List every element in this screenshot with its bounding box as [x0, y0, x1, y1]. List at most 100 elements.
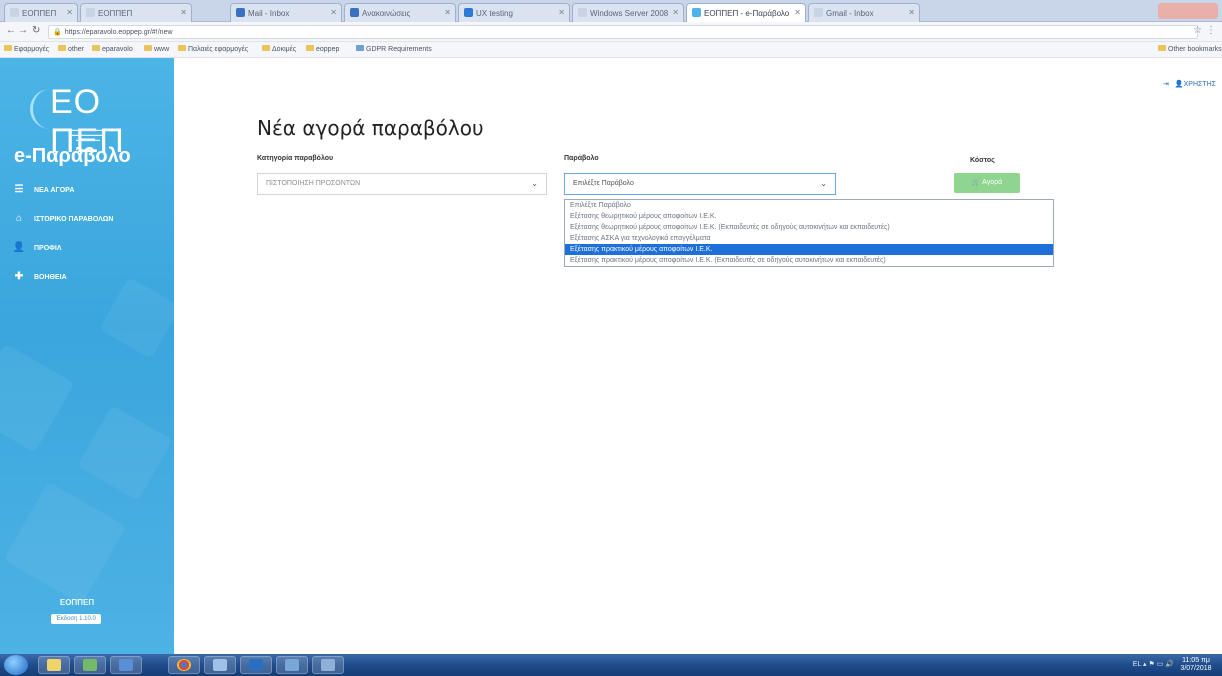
folder-icon	[92, 45, 100, 51]
fee-dropdown-list: Επιλέξτε Παράβολο Εξέτασης θεωρητικού μέ…	[564, 199, 1054, 267]
page-title: Νέα αγορά παραβόλου	[257, 116, 484, 140]
help-icon: ✚	[14, 271, 24, 282]
tab-close-icon[interactable]: ✕	[672, 8, 679, 17]
dropdown-option[interactable]: Εξέτασης ΑΣΚΑ για τεχνολογικά επαγγέλματ…	[565, 233, 1053, 244]
dropdown-option-highlighted[interactable]: Εξέτασης πρακτικού μέρους αποφοίτων Ι.Ε.…	[565, 244, 1053, 255]
buy-button[interactable]: 🛒 Αγορά	[954, 173, 1020, 193]
sidebar-footer: ΕΟΠΠΕΠ Έκδοση 1.10.0	[32, 598, 142, 625]
user-account-link[interactable]: ⇥ 👤ΧΡΗΣΤΗΣ	[1163, 80, 1216, 88]
reload-icon[interactable]: ↻	[32, 25, 40, 36]
home-icon: ⌂	[15, 213, 23, 224]
tab-close-icon[interactable]: ✕	[444, 8, 451, 17]
user-icon: 👤	[1174, 81, 1184, 88]
tab-favicon-icon	[578, 8, 587, 17]
taskbar-app[interactable]	[204, 656, 236, 674]
tab-close-icon[interactable]: ✕	[558, 8, 565, 17]
lock-icon: 🔒	[53, 29, 62, 36]
category-select[interactable]: ΠΙΣΤΟΠΟΙΗΣΗ ΠΡΟΣΟΝΤΩΝ ⌄	[257, 173, 547, 195]
dropdown-option[interactable]: Εξέτασης θεωρητικού μέρους αποφοίτων Ι.Ε…	[565, 211, 1053, 222]
bookmark-item[interactable]: www	[144, 45, 169, 53]
taskbar-app[interactable]	[276, 656, 308, 674]
bookmark-item[interactable]: Εφαρμογές	[4, 45, 49, 53]
browser-tab[interactable]: Ανακοινώσεις ✕	[344, 3, 456, 22]
browser-tab[interactable]: ΕΟΠΠΕΠ ✕	[4, 3, 78, 22]
bookmark-item[interactable]: other	[58, 45, 84, 53]
browser-toolbar: ← → ↻ 🔒 https://eparavolo.eoppep.gr/#!/ne…	[0, 22, 1222, 42]
forward-icon[interactable]: →	[18, 25, 28, 36]
folder-icon	[178, 45, 186, 51]
bookmark-item[interactable]: eoppep	[306, 45, 339, 53]
tab-close-icon[interactable]: ✕	[908, 8, 915, 17]
sidebar: ΕΟ ΠΕΠ ▬▬▬▬▬▬▬▬▬▬ ▬▬▬▬▬▬▬▬ ▬▬▬▬▬▬ e-Παράβο…	[0, 58, 174, 654]
browser-menu-icon[interactable]: ⋮	[1206, 25, 1216, 36]
chevron-down-icon: ⌄	[531, 179, 538, 188]
list-icon: ☰	[14, 184, 24, 195]
tab-favicon-icon	[86, 8, 95, 17]
sidebar-menu: ☰ ΝΕΑ ΑΓΟΡΑ ⌂ ΙΣΤΟΡΙΚΟ ΠΑΡΑΒΟΛΩΝ 👤 ΠΡΟΦΙΛ ✚…	[0, 180, 174, 296]
bookmark-icon	[356, 45, 364, 51]
browser-tab-active[interactable]: ΕΟΠΠΕΠ - e-Παράβολο ✕	[686, 3, 806, 22]
bookmark-item[interactable]: Δοκιμές	[262, 45, 296, 53]
eoppep-logo: ΕΟ ΠΕΠ ▬▬▬▬▬▬▬▬▬▬ ▬▬▬▬▬▬▬▬ ▬▬▬▬▬▬	[20, 83, 150, 160]
browser-tab[interactable]: Windows Server 2008 ✕	[572, 3, 684, 22]
taskbar-app-chrome[interactable]	[168, 656, 200, 674]
taskbar-app[interactable]	[110, 656, 142, 674]
browser-tab[interactable]: Gmail - Inbox ✕	[808, 3, 920, 22]
folder-icon	[4, 45, 12, 51]
browser-tab[interactable]: UX testing ✕	[458, 3, 570, 22]
back-icon[interactable]: ←	[6, 25, 16, 36]
decorative-hexagon	[0, 343, 75, 453]
cart-icon: 🛒	[971, 179, 981, 186]
tab-close-icon[interactable]: ✕	[66, 8, 73, 17]
tab-close-icon[interactable]: ✕	[794, 8, 801, 17]
browser-profile-chip[interactable]	[1158, 3, 1218, 19]
app-icon	[119, 659, 133, 671]
fee-select[interactable]: Επιλέξτε Παράβολο ⌄	[564, 173, 836, 195]
user-icon: 👤	[12, 242, 26, 253]
tab-close-icon[interactable]: ✕	[180, 8, 187, 17]
app-title: e-Παράβολο	[14, 145, 131, 167]
other-bookmarks[interactable]: Other bookmarks	[1158, 45, 1222, 53]
taskbar-clock[interactable]: 11:05 πμ 3/07/2018	[1176, 657, 1216, 673]
chrome-icon	[177, 659, 191, 671]
logo-subtitle-lines: ▬▬▬▬▬▬▬▬▬▬ ▬▬▬▬▬▬▬▬ ▬▬▬▬▬▬	[68, 127, 108, 142]
taskbar-app[interactable]	[312, 656, 344, 674]
app-icon	[321, 659, 335, 671]
outlook-icon	[249, 659, 263, 671]
bookmark-item[interactable]: GDPR Requirements	[356, 45, 432, 53]
decorative-hexagon	[3, 481, 127, 605]
dropdown-option[interactable]: Επιλέξτε Παράβολο	[565, 200, 1053, 211]
taskbar-app[interactable]	[74, 656, 106, 674]
sidebar-item-help[interactable]: ✚ ΒΟΗΘΕΙΑ	[0, 267, 174, 287]
tab-favicon-icon	[350, 8, 359, 17]
cost-label: Κόστος	[970, 157, 995, 164]
tab-favicon-icon	[10, 8, 19, 17]
start-button[interactable]	[4, 655, 28, 675]
logout-icon[interactable]: ⇥	[1163, 81, 1169, 88]
sidebar-item-new-purchase[interactable]: ☰ ΝΕΑ ΑΓΟΡΑ	[0, 180, 174, 200]
browser-tab[interactable]: ΕΟΠΠΕΠ ✕	[80, 3, 192, 22]
bookmark-item[interactable]: eparavolo	[92, 45, 133, 53]
app-icon	[83, 659, 97, 671]
taskbar-app-outlook[interactable]	[240, 656, 272, 674]
folder-icon	[58, 45, 66, 51]
address-bar[interactable]: 🔒 https://eparavolo.eoppep.gr/#!/new	[48, 25, 1198, 39]
bookmark-item[interactable]: Παλαιές εφαρμογές	[178, 45, 248, 53]
sidebar-item-history[interactable]: ⌂ ΙΣΤΟΡΙΚΟ ΠΑΡΑΒΟΛΩΝ	[0, 209, 174, 229]
browser-tabstrip: ΕΟΠΠΕΠ ✕ ΕΟΠΠΕΠ ✕ Mail - Inbox ✕ Ανακοινώσε…	[0, 0, 1222, 22]
tab-close-icon[interactable]: ✕	[330, 8, 337, 17]
browser-tab[interactable]: Mail - Inbox ✕	[230, 3, 342, 22]
bookmark-star-icon[interactable]: ☆	[1193, 25, 1202, 36]
tab-favicon-icon	[236, 8, 245, 17]
windows-taskbar: EL ▴ ⚑ ▭ 🔊 11:05 πμ 3/07/2018	[0, 654, 1222, 676]
folder-icon	[262, 45, 270, 51]
system-tray[interactable]: EL ▴ ⚑ ▭ 🔊	[1133, 660, 1174, 668]
explorer-icon	[47, 659, 61, 671]
folder-icon	[1158, 45, 1166, 51]
dropdown-option[interactable]: Εξέτασης θεωρητικού μέρους αποφοίτων Ι.Ε…	[565, 222, 1053, 233]
category-label: Κατηγορία παραβόλου	[257, 155, 334, 162]
dropdown-option[interactable]: Εξέτασης πρακτικού μέρους αποφοίτων Ι.Ε.…	[565, 255, 1053, 266]
sidebar-item-profile[interactable]: 👤 ΠΡΟΦΙΛ	[0, 238, 174, 258]
decorative-hexagon	[77, 405, 173, 501]
taskbar-app[interactable]	[38, 656, 70, 674]
